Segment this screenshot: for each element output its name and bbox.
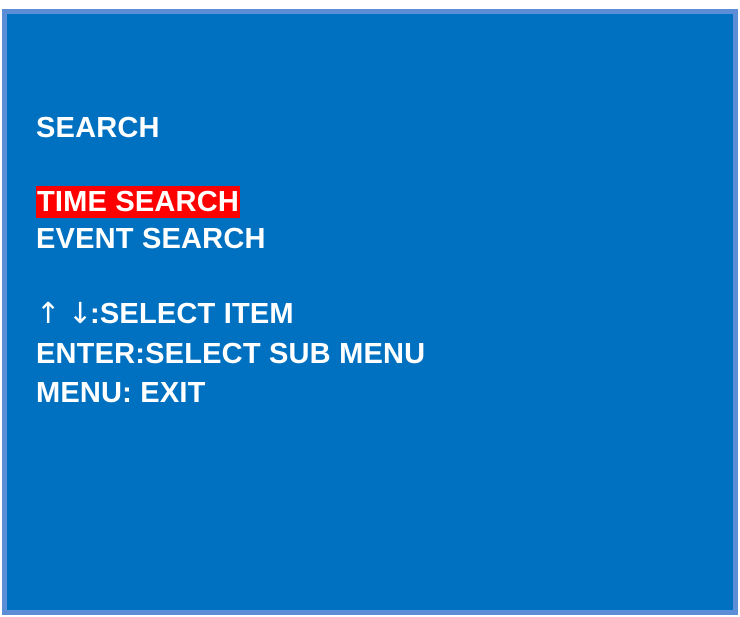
hint-enter: ENTER:SELECT SUB MENU bbox=[36, 338, 426, 370]
menu-title: SEARCH bbox=[36, 112, 160, 144]
menu-item-event-search[interactable]: EVENT SEARCH bbox=[36, 223, 266, 255]
menu-item-time-search[interactable]: TIME SEARCH bbox=[36, 186, 240, 218]
up-arrow-icon: ↑ bbox=[36, 296, 61, 330]
selected-item-highlight[interactable]: TIME SEARCH bbox=[36, 186, 240, 218]
down-arrow-icon: ↓ bbox=[68, 296, 93, 330]
osd-search-menu: SEARCH TIME SEARCH EVENT SEARCH ↑ ↓:SELEC… bbox=[2, 9, 738, 615]
hint-select-item-text: :SELECT ITEM bbox=[90, 298, 294, 330]
hint-select-item: ↑ ↓:SELECT ITEM bbox=[36, 297, 294, 330]
hint-exit: MENU: EXIT bbox=[36, 377, 206, 409]
